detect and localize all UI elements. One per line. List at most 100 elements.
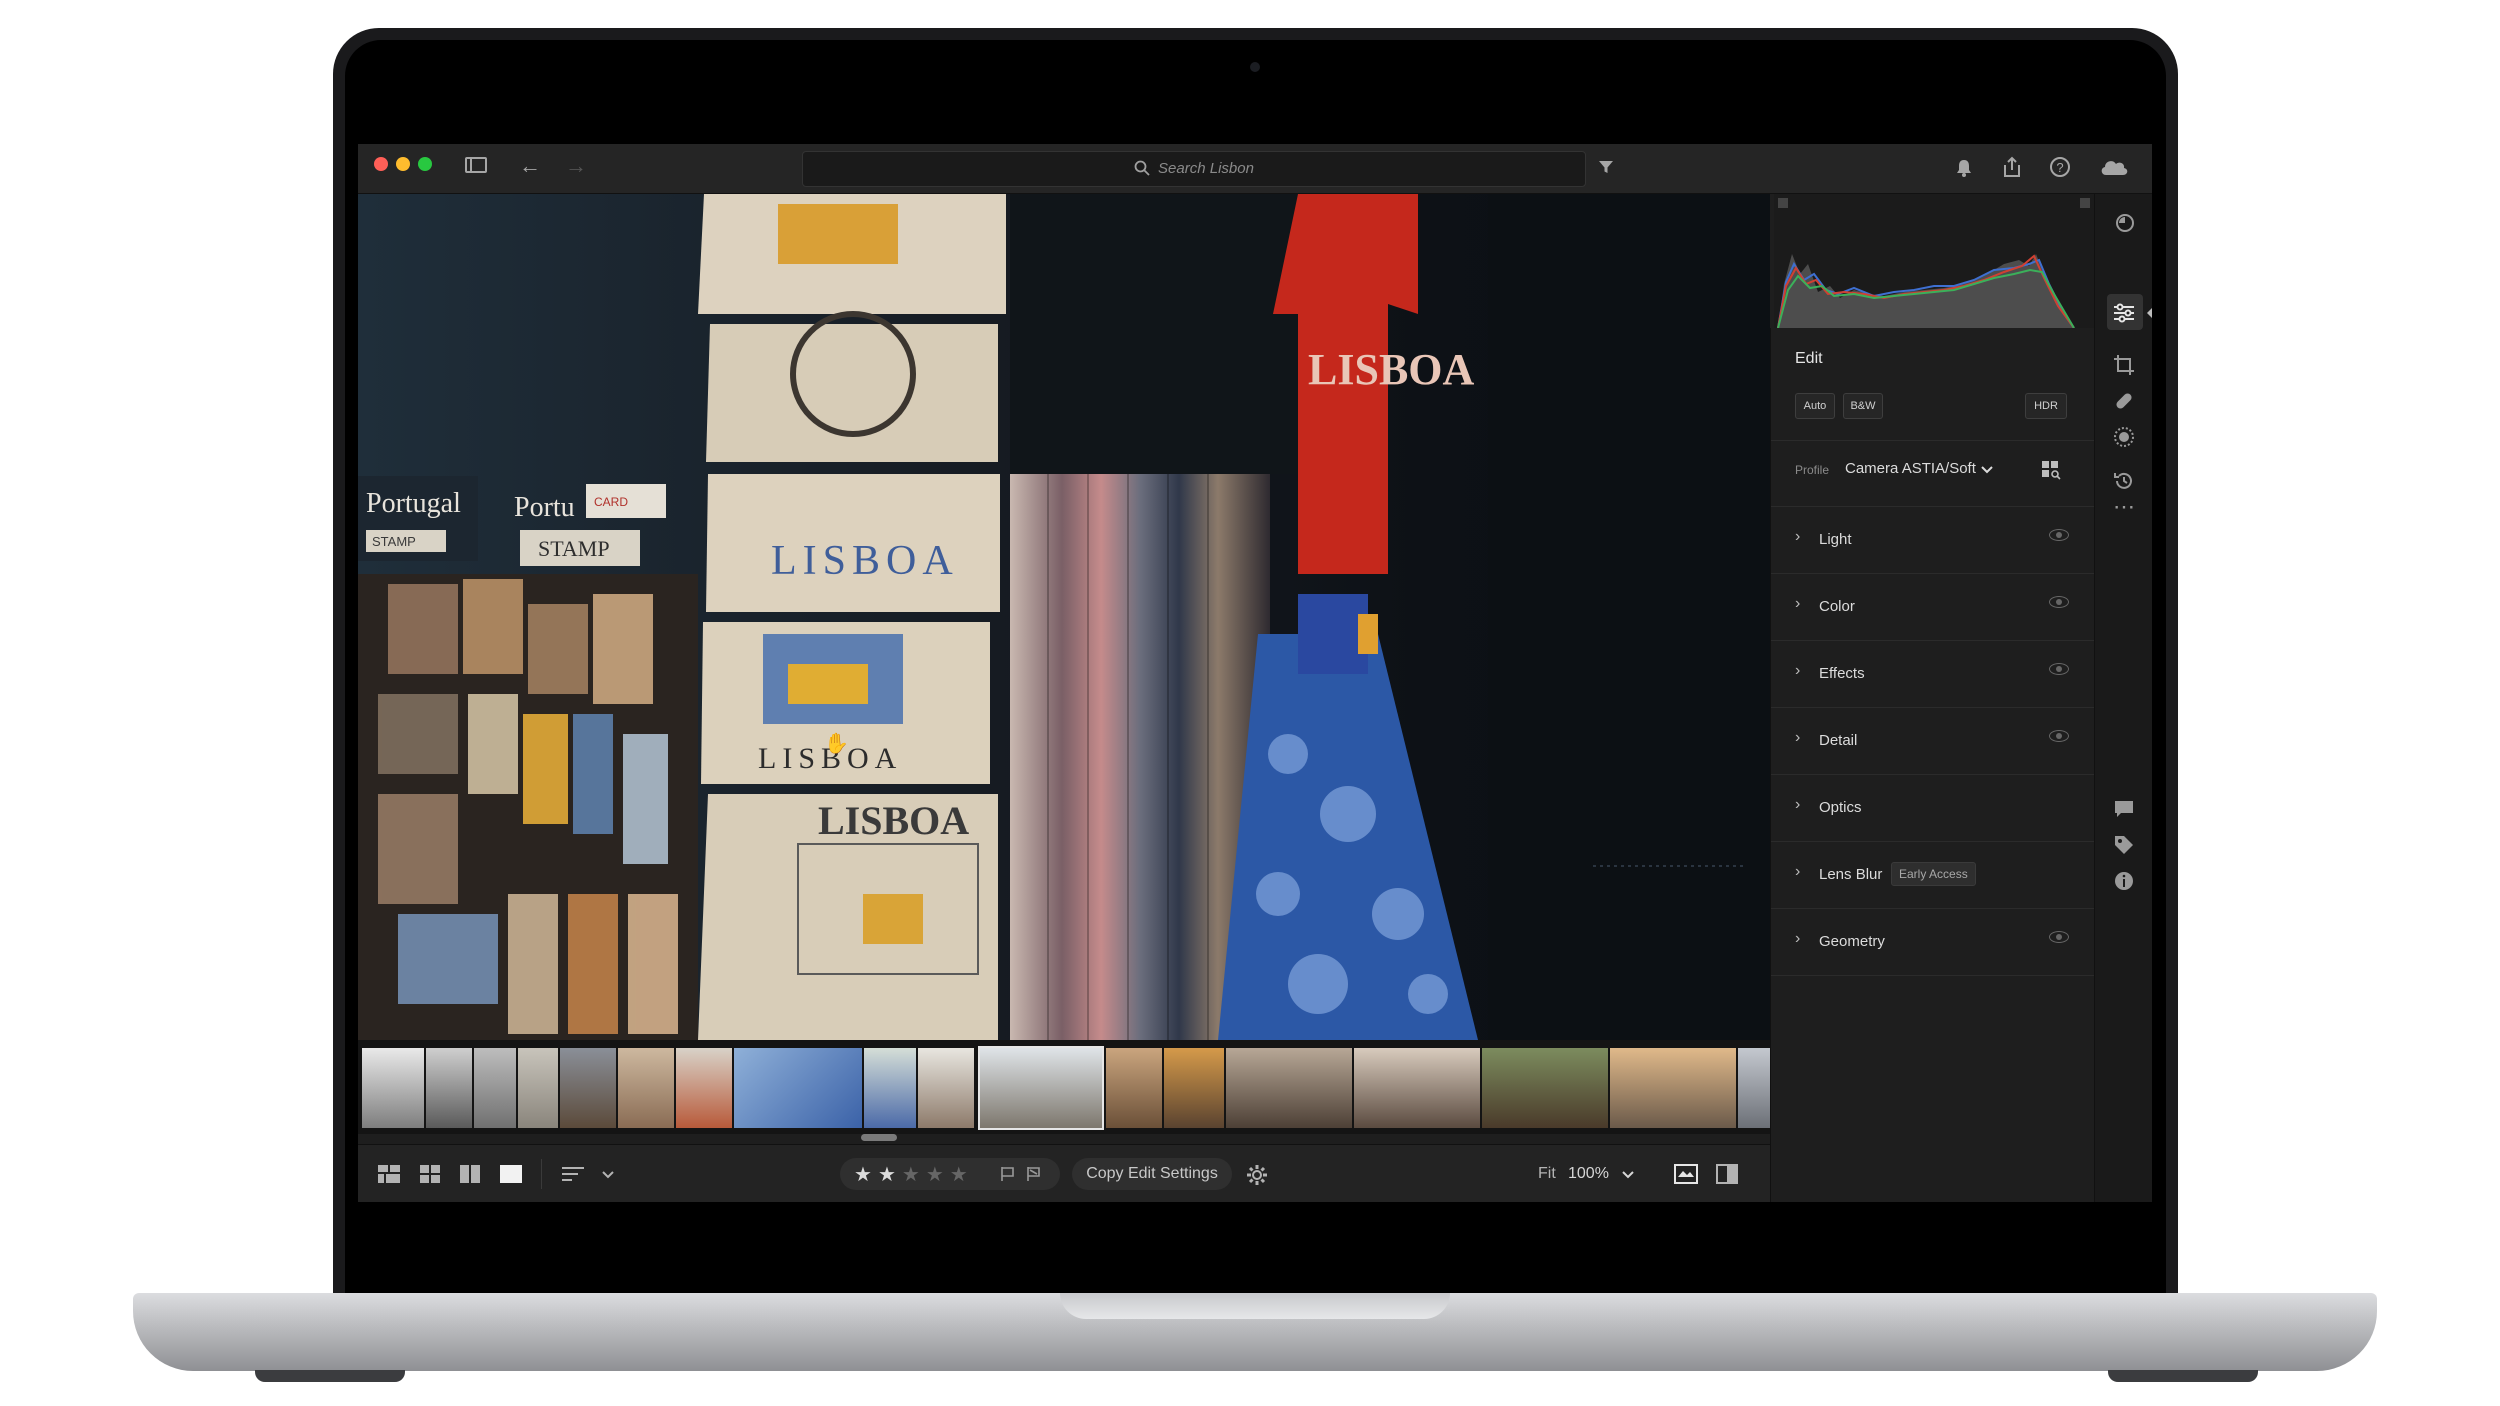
fit-label[interactable]: Fit	[1538, 1165, 1556, 1183]
section-detail[interactable]: › Detail	[1771, 708, 2095, 775]
thumbnail-selected[interactable]	[978, 1046, 1104, 1130]
zoom-chevron-down-icon[interactable]	[1622, 1171, 1634, 1179]
edit-panel: Edit Auto B&W HDR Profile Camera ASTIA/S…	[1770, 328, 2095, 1202]
chevron-right-icon: ›	[1795, 662, 1801, 679]
chevron-right-icon: ›	[1795, 729, 1801, 746]
star-icon-empty[interactable]: ★	[950, 1164, 974, 1186]
thumbnail[interactable]	[1482, 1048, 1608, 1128]
star-icon-filled[interactable]: ★	[854, 1164, 878, 1186]
thumbnail[interactable]	[1354, 1048, 1480, 1128]
profile-dropdown[interactable]: Camera ASTIA/Soft	[1845, 460, 1976, 477]
history-icon[interactable]	[2113, 470, 2135, 492]
chevron-down-icon[interactable]	[602, 1171, 614, 1179]
before-after-icon[interactable]	[1716, 1164, 1738, 1184]
section-lens-blur[interactable]: › Lens Blur Early Access	[1771, 842, 2095, 909]
thumbnail[interactable]	[864, 1048, 916, 1128]
sidebar-icon[interactable]	[465, 157, 487, 173]
info-icon[interactable]	[2113, 870, 2135, 892]
more-icon[interactable]: ⋯	[2095, 494, 2152, 520]
thumbnail[interactable]	[362, 1048, 424, 1128]
filmstrip-toggle-icon[interactable]	[1674, 1164, 1698, 1184]
section-optics[interactable]: › Optics	[1771, 775, 2095, 842]
help-icon[interactable]: ?	[2049, 156, 2071, 178]
filmstrip-scrollbar[interactable]	[861, 1134, 897, 1141]
gear-icon[interactable]	[1246, 1164, 1268, 1186]
section-effects[interactable]: › Effects	[1771, 641, 2095, 708]
photo-sign-stamp: STAMP	[538, 536, 610, 561]
bw-button[interactable]: B&W	[1843, 393, 1883, 419]
thumbnail[interactable]	[676, 1048, 732, 1128]
hdr-button[interactable]: HDR	[2025, 393, 2067, 419]
star-icon-empty[interactable]: ★	[902, 1164, 926, 1186]
section-geometry-label: Geometry	[1819, 933, 1885, 950]
heal-circle-icon[interactable]	[2114, 212, 2136, 234]
filter-icon[interactable]	[1598, 159, 1614, 175]
photo-canvas[interactable]: Portugal STAMP Portu STAMP CARD LISBOA L…	[358, 194, 1770, 1040]
histogram[interactable]	[1774, 194, 2094, 329]
eye-icon[interactable]	[2049, 730, 2069, 742]
thumbnail[interactable]	[618, 1048, 674, 1128]
grid-icon[interactable]	[420, 1165, 440, 1183]
section-light-label: Light	[1819, 531, 1852, 548]
thumbnail[interactable]	[426, 1048, 472, 1128]
section-color-label: Color	[1819, 598, 1855, 615]
star-rating[interactable]: ★★★★★	[854, 1162, 974, 1187]
eye-icon[interactable]	[2049, 529, 2069, 541]
eye-icon[interactable]	[2049, 596, 2069, 608]
zoom-level[interactable]: 100%	[1568, 1165, 1609, 1183]
mask-circle-icon[interactable]	[2113, 426, 2135, 448]
section-geometry[interactable]: › Geometry	[1771, 909, 2095, 976]
comment-icon[interactable]	[2113, 798, 2135, 820]
minimize-window-button[interactable]	[396, 157, 410, 171]
share-icon[interactable]	[2002, 156, 2022, 178]
section-color[interactable]: › Color	[1771, 574, 2095, 641]
tag-icon[interactable]	[2113, 834, 2135, 856]
edit-sliders-icon[interactable]	[2113, 302, 2135, 324]
section-optics-label: Optics	[1819, 799, 1862, 816]
star-icon-filled[interactable]: ★	[878, 1164, 902, 1186]
thumbnail[interactable]	[1164, 1048, 1224, 1128]
flag-pick-icon[interactable]	[1000, 1166, 1016, 1182]
thumbnail[interactable]	[1610, 1048, 1736, 1128]
copy-edit-settings-button[interactable]: Copy Edit Settings	[1072, 1158, 1232, 1190]
shadow-clipping-indicator	[1778, 198, 1788, 208]
forward-arrow-icon[interactable]: →	[564, 155, 588, 177]
profile-label: Profile	[1795, 463, 1830, 477]
thumbnail[interactable]	[474, 1048, 516, 1128]
bandage-icon[interactable]	[2113, 390, 2135, 412]
thumbnail[interactable]	[918, 1048, 974, 1128]
thumbnail[interactable]	[560, 1048, 616, 1128]
cloud-icon[interactable]	[2098, 157, 2130, 177]
auto-button[interactable]: Auto	[1795, 393, 1835, 419]
crop-icon[interactable]	[2113, 354, 2135, 376]
close-window-button[interactable]	[374, 157, 388, 171]
profile-browser-icon[interactable]	[2041, 460, 2061, 480]
section-light[interactable]: › Light	[1771, 507, 2095, 574]
eye-icon[interactable]	[2049, 931, 2069, 943]
thumbnail[interactable]	[1738, 1048, 1770, 1128]
photo-sign-portugal: Portugal	[366, 488, 461, 519]
zoom-window-button[interactable]	[418, 157, 432, 171]
thumbnail[interactable]	[734, 1048, 862, 1128]
sort-icon[interactable]	[562, 1166, 584, 1182]
photo-sign-stamp-small: STAMP	[372, 534, 416, 549]
title-bar: ← → Search Lisbon ?	[358, 144, 2152, 194]
square-grid-icon[interactable]	[378, 1165, 400, 1183]
thumbnail[interactable]	[1226, 1048, 1352, 1128]
profile-chevron-down-icon[interactable]	[1981, 466, 1993, 474]
search-input[interactable]: Search Lisbon	[802, 151, 1586, 187]
lightroom-window: ← → Search Lisbon ? Portugal STAMP Portu…	[358, 144, 2152, 1202]
bell-icon[interactable]	[1955, 158, 1973, 178]
flag-reject-icon[interactable]	[1026, 1166, 1042, 1182]
compare-view-icon[interactable]	[460, 1165, 480, 1183]
back-arrow-icon[interactable]: ←	[518, 155, 542, 177]
thumbnail[interactable]	[518, 1048, 558, 1128]
filmstrip[interactable]	[358, 1040, 1770, 1134]
thumbnail[interactable]	[1106, 1048, 1162, 1128]
photo-bag-lisboa-3: LISBOA	[818, 798, 969, 843]
star-icon-empty[interactable]: ★	[926, 1164, 950, 1186]
webcam	[1250, 62, 1260, 72]
section-effects-label: Effects	[1819, 665, 1865, 682]
eye-icon[interactable]	[2049, 663, 2069, 675]
detail-view-icon[interactable]	[500, 1165, 522, 1183]
